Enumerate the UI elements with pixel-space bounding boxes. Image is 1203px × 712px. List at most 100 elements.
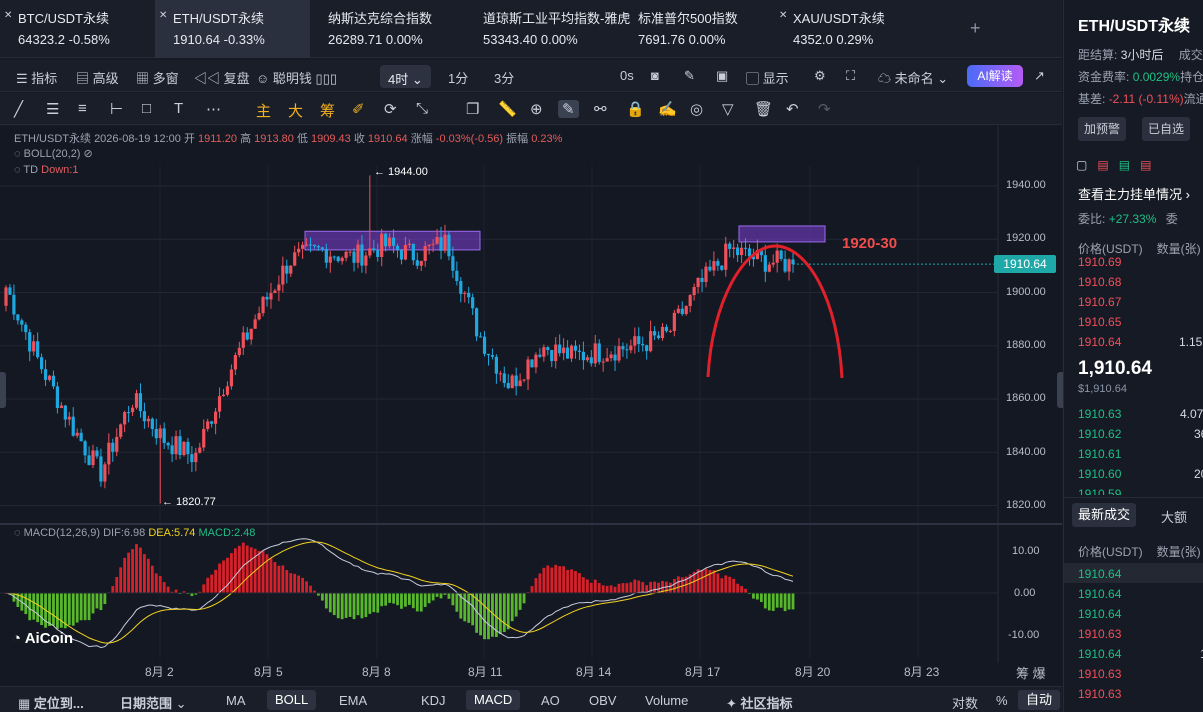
ruler-icon[interactable]: 📏 — [498, 100, 517, 118]
hlines-icon[interactable]: ☰ — [46, 100, 59, 118]
indicator-obv[interactable]: OBV — [589, 693, 616, 708]
smart-money-button[interactable]: ☺ 聪明钱 ▯▯▯ — [256, 68, 337, 87]
bid-row[interactable]: 1910.61 — [1078, 447, 1121, 461]
visibility-icon[interactable]: ◌ — [14, 164, 21, 176]
divider — [1064, 497, 1203, 498]
visibility-icon[interactable]: ◌ — [14, 148, 21, 160]
layout-select[interactable]: ☁ 未命名 ⌄ — [878, 68, 948, 87]
pencil-icon[interactable]: ✎ — [684, 68, 695, 84]
close-icon[interactable]: ✕ — [779, 10, 787, 21]
chips-button[interactable]: 筹 — [320, 100, 335, 121]
indicators-button[interactable]: ☰ 指标 — [16, 68, 57, 87]
channel-icon[interactable]: ≡ — [78, 100, 87, 117]
zone-annotation[interactable]: 1920-30 — [842, 235, 897, 252]
add-tab-icon[interactable]: + — [970, 18, 981, 39]
image-icon[interactable]: ▣ — [716, 68, 728, 84]
indicator-macd[interactable]: MACD — [466, 690, 521, 710]
ticker-item-btc[interactable]: ✕ BTC/USDT永续 64323.2 -0.58% — [0, 0, 155, 58]
book-view-icons[interactable]: ▢ ▤ ▤ ▤ — [1076, 158, 1151, 172]
multi-window-button[interactable]: ▦ 多窗 — [136, 68, 179, 87]
brush-icon[interactable]: ✐ — [352, 100, 365, 118]
log-scale-toggle[interactable]: 对数 — [952, 693, 978, 712]
edit-icon[interactable]: ✍ — [658, 100, 677, 118]
trash-icon[interactable]: 🗑 — [754, 100, 773, 118]
macd-info[interactable]: ◌ MACD(12,26,9) DIF:6.98 DEA:5.74 MACD:2… — [14, 527, 255, 539]
main-force-button[interactable]: 主 — [256, 100, 271, 121]
bid-row[interactable]: 1910.6236 — [1078, 427, 1203, 441]
candlestick-chart[interactable] — [0, 126, 1062, 686]
favorite-button[interactable]: 已自选 — [1142, 117, 1191, 141]
ask-row[interactable]: 1910.69 — [1078, 255, 1121, 269]
book-asks-icon[interactable]: ▤ — [1140, 158, 1151, 172]
ticker-item-sp500[interactable]: 标准普尔500指数 7691.76 0.00% — [620, 0, 775, 58]
advanced-button[interactable]: ▤ 高级 — [76, 68, 119, 87]
ask-row[interactable]: 1910.65 — [1078, 315, 1121, 329]
right-collapse-handle[interactable] — [1057, 372, 1063, 408]
replay-button[interactable]: ◁◁ 复盘 — [194, 68, 250, 87]
tab-latest-trades[interactable]: 最新成交 — [1072, 503, 1137, 527]
link-icon[interactable]: ⚯ — [594, 100, 607, 118]
indicator-boll[interactable]: BOLL — [267, 690, 317, 710]
close-icon[interactable]: ✕ — [4, 10, 12, 21]
fullscreen-icon[interactable]: ⛶ — [846, 68, 855, 84]
filter-icon[interactable]: ▽ — [722, 100, 734, 118]
zoom-icon[interactable]: ⊕ — [530, 100, 543, 118]
visibility-icon[interactable]: ◌ — [14, 527, 21, 539]
ask-row[interactable]: 1910.68 — [1078, 275, 1121, 289]
boll-label[interactable]: ◌ BOLL(20,2) ⊘ — [14, 147, 93, 160]
add-alert-button[interactable]: 加预警 — [1078, 117, 1127, 141]
indicator-ma[interactable]: MA — [226, 693, 246, 708]
copy-icon[interactable]: ❐ — [466, 100, 479, 118]
chips-explode-label[interactable]: 筹 爆 — [1016, 663, 1046, 682]
locate-button[interactable]: ▦ 定位到... — [18, 693, 84, 712]
undo-icon[interactable]: ↶ — [786, 100, 799, 118]
indicator-ao[interactable]: AO — [541, 693, 560, 708]
ai-analysis-button[interactable]: AI解读 — [967, 65, 1023, 87]
ticker-item-xau[interactable]: ✕ XAU/USDT永续 4352.0 0.29% — [775, 0, 930, 58]
date-range-button[interactable]: 日期范围 ⌄ — [120, 693, 187, 712]
redo-icon[interactable]: ↷ — [818, 100, 831, 118]
auto-toggle[interactable]: 自动 — [1018, 690, 1061, 710]
indicator-ema[interactable]: EMA — [339, 693, 367, 708]
book-bids-icon[interactable]: ▤ — [1119, 158, 1130, 172]
sync-icon[interactable]: ⟳ — [384, 100, 397, 118]
ticker-item-nasdaq[interactable]: 纳斯达克综合指数 26289.71 0.00% — [310, 0, 465, 58]
left-collapse-handle[interactable] — [0, 372, 6, 408]
eye-off-icon[interactable]: ⊘ — [84, 148, 93, 160]
bid-row[interactable]: 1910.6020 — [1078, 467, 1203, 481]
ask-row[interactable]: 1910.64 1.15 — [1078, 335, 1202, 349]
horizontal-ray-icon[interactable]: ⊢ — [110, 100, 123, 118]
tab-large-trades[interactable]: 大额 — [1161, 507, 1187, 526]
hide-icon[interactable]: ◎ — [690, 100, 703, 118]
share-icon[interactable]: ↗ — [1034, 68, 1045, 84]
interval-select[interactable]: 4时 ⌄ — [380, 65, 431, 88]
td-label[interactable]: ◌ TD Down:1 — [14, 164, 78, 176]
zero-seconds[interactable]: 0s — [620, 68, 634, 83]
bid-row[interactable]: 1910.59 — [1078, 487, 1121, 495]
rectangle-icon[interactable]: □ — [142, 100, 151, 117]
close-icon[interactable]: ✕ — [159, 10, 167, 21]
camera-icon[interactable]: ◙ — [651, 68, 659, 83]
bid-row[interactable]: 1910.63 4.07 — [1078, 407, 1203, 421]
big-order-button[interactable]: 大 — [288, 100, 303, 121]
ticker-item-dow[interactable]: 道琼斯工业平均指数-雅虎 53343.40 0.00% — [465, 0, 630, 58]
more-icon[interactable]: ⋯ — [206, 100, 221, 118]
main-orders-link[interactable]: 查看主力挂单情况 › — [1078, 184, 1190, 203]
indicator-kdj[interactable]: KDJ — [421, 693, 446, 708]
text-icon[interactable]: T — [174, 100, 183, 117]
display-button[interactable]: ▢ 显示 — [746, 68, 789, 87]
interval-1m[interactable]: 1分 — [448, 68, 468, 87]
community-indicators-button[interactable]: ✦ 社区指标 — [726, 693, 793, 712]
lock-icon[interactable]: 🔒 — [626, 100, 645, 118]
trendline-icon[interactable]: ╱ — [14, 100, 23, 118]
ticker-item-eth[interactable]: ✕ ETH/USDT永续 1910.64 -0.33% — [155, 0, 310, 58]
measure-icon[interactable]: ⤡ — [416, 100, 428, 117]
indicator-volume[interactable]: Volume — [645, 693, 688, 708]
percent-toggle[interactable]: % — [996, 693, 1008, 708]
ask-row[interactable]: 1910.67 — [1078, 295, 1121, 309]
magnet-icon[interactable]: ✎ — [558, 100, 579, 118]
chart-area[interactable] — [0, 126, 1062, 686]
interval-3m[interactable]: 3分 — [494, 68, 514, 87]
settings-icon[interactable]: ⚙ — [814, 68, 826, 84]
book-both-icon[interactable]: ▤ — [1097, 158, 1108, 172]
